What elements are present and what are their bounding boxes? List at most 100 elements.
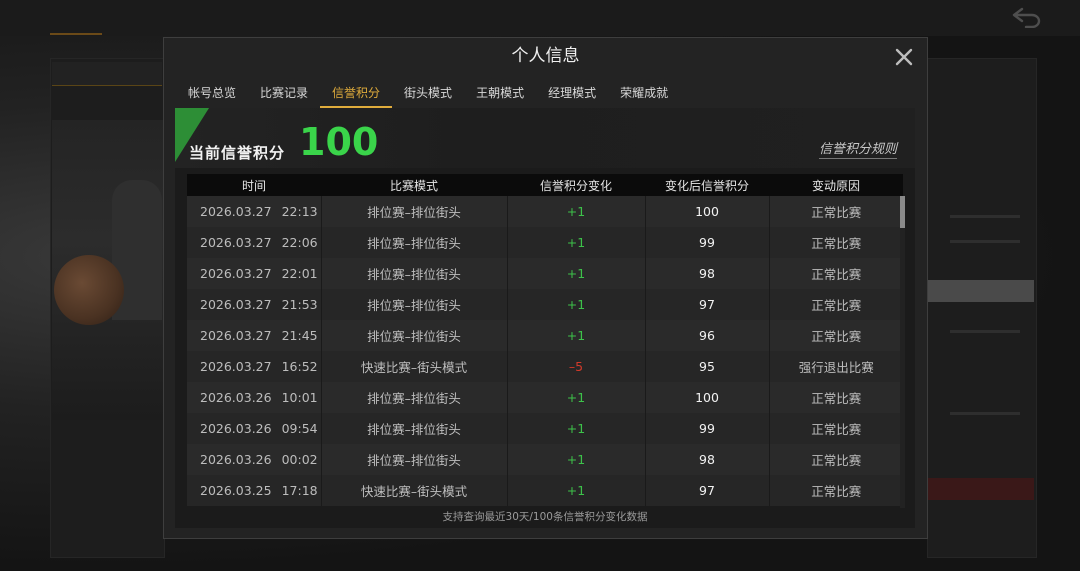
cell-reason: 正常比赛 — [811, 484, 862, 499]
cell-time: 2026.03.27 16:52 — [187, 351, 322, 382]
current-credit-score: 100 — [299, 120, 379, 164]
table-row: 2026.03.27 21:45 排位赛–排位街头 +1 96 正常比赛 — [187, 320, 903, 351]
cell-change: +1 — [507, 382, 646, 413]
cell-after: 97 — [645, 475, 770, 506]
table-header-row: 时间 比赛模式 信誉积分变化 变化后信誉积分 变动原因 — [187, 174, 903, 196]
cell-date: 2026.03.26 — [200, 390, 272, 405]
cell-change: +1 — [507, 320, 646, 351]
cell-reason: 正常比赛 — [811, 391, 862, 406]
personal-info-modal: 个人信息 帐号总览 比赛记录 信誉积分 街头模式 王朝模式 经理模式 荣耀成就 … — [163, 37, 928, 539]
cell-reason: 正常比赛 — [811, 298, 862, 313]
cell-reason: 正常比赛 — [811, 267, 862, 282]
cell-reason: 强行退出比赛 — [798, 360, 874, 375]
back-arrow-icon — [1010, 6, 1042, 29]
tab-credit-score[interactable]: 信誉积分 — [320, 82, 393, 108]
cell-date: 2026.03.27 — [200, 359, 272, 374]
cell-after: 99 — [645, 413, 770, 444]
cell-date: 2026.03.27 — [200, 204, 272, 219]
cell-date: 2026.03.27 — [200, 235, 272, 250]
cell-clock: 22:06 — [281, 235, 318, 250]
cell-mode: 排位赛–排位街头 — [321, 320, 508, 351]
credit-score-panel: 当前信誉积分 100 信誉积分规则 时间 比赛模式 信誉积分变化 变化后信誉积分… — [175, 108, 915, 528]
cell-after: 96 — [645, 320, 770, 351]
cell-after: 100 — [645, 382, 770, 413]
cell-change: +1 — [507, 258, 646, 289]
cell-clock: 00:02 — [281, 452, 318, 467]
cell-time: 2026.03.27 22:06 — [187, 227, 322, 258]
tab-manager-mode[interactable]: 经理模式 — [536, 82, 608, 108]
background-right-red-row — [928, 478, 1034, 500]
background-left-panel-tab — [52, 62, 162, 86]
close-button[interactable] — [893, 46, 915, 68]
cell-after: 99 — [645, 227, 770, 258]
cell-time: 2026.03.26 09:54 — [187, 413, 322, 444]
table-row: 2026.03.26 10:01 排位赛–排位街头 +1 100 正常比赛 — [187, 382, 903, 413]
cell-change: +1 — [507, 444, 646, 475]
cell-reason: 正常比赛 — [811, 329, 862, 344]
cell-time: 2026.03.27 21:53 — [187, 289, 322, 320]
credit-rules-link[interactable]: 信誉积分规则 — [818, 138, 897, 159]
table-row: 2026.03.27 22:13 排位赛–排位街头 +1 100 正常比赛 — [187, 196, 903, 227]
table-row: 2026.03.27 16:52 快速比赛–街头模式 –5 95 强行退出比赛 — [187, 351, 903, 382]
background-right-row — [950, 215, 1020, 218]
tab-dynasty-mode[interactable]: 王朝模式 — [464, 82, 536, 108]
table-scrollbar[interactable] — [900, 196, 905, 508]
tab-street-mode[interactable]: 街头模式 — [392, 82, 464, 108]
cell-clock: 21:53 — [281, 297, 318, 312]
cell-clock: 22:01 — [281, 266, 318, 281]
cell-reason: 正常比赛 — [811, 453, 862, 468]
cell-date: 2026.03.27 — [200, 328, 272, 343]
cell-after: 98 — [645, 444, 770, 475]
header-mode: 比赛模式 — [389, 178, 438, 193]
cell-change: +1 — [507, 289, 646, 320]
cell-after: 98 — [645, 258, 770, 289]
cell-change: +1 — [507, 413, 646, 444]
header-time: 时间 — [241, 178, 266, 193]
query-limit-note: 支持查询最近30天/100条信誉积分变化数据 — [442, 511, 648, 523]
cell-date: 2026.03.27 — [200, 297, 272, 312]
cell-mode: 排位赛–排位街头 — [321, 413, 508, 444]
cell-clock: 17:18 — [281, 483, 318, 498]
cell-change: +1 — [507, 227, 646, 258]
cell-date: 2026.03.26 — [200, 421, 272, 436]
cell-clock: 09:54 — [281, 421, 318, 436]
tab-bar: 帐号总览 比赛记录 信誉积分 街头模式 王朝模式 经理模式 荣耀成就 — [176, 82, 680, 108]
background-right-highlight — [928, 280, 1034, 302]
cell-reason: 正常比赛 — [811, 236, 862, 251]
cell-mode: 排位赛–排位街头 — [321, 196, 508, 227]
table-row: 2026.03.25 17:18 快速比赛–街头模式 +1 97 正常比赛 — [187, 475, 903, 506]
background-tab-underline — [50, 33, 102, 35]
table-row: 2026.03.26 00:02 排位赛–排位街头 +1 98 正常比赛 — [187, 444, 903, 475]
background-right-row — [950, 412, 1020, 415]
cell-time: 2026.03.27 22:13 — [187, 196, 322, 227]
cell-change: +1 — [507, 475, 646, 506]
cell-clock: 10:01 — [281, 390, 318, 405]
cell-reason: 正常比赛 — [811, 422, 862, 437]
tab-match-records[interactable]: 比赛记录 — [248, 82, 320, 108]
cell-mode: 快速比赛–街头模式 — [321, 475, 508, 506]
cell-time: 2026.03.26 00:02 — [187, 444, 322, 475]
current-credit-label: 当前信誉积分 — [189, 144, 286, 162]
tab-glory-achievements[interactable]: 荣耀成就 — [608, 82, 680, 108]
credit-banner: 当前信誉积分 100 信誉积分规则 — [175, 108, 915, 168]
header-after: 变化后信誉积分 — [664, 178, 749, 193]
cell-time: 2026.03.27 21:45 — [187, 320, 322, 351]
cell-change: –5 — [507, 351, 646, 382]
modal-title: 个人信息 — [511, 46, 580, 66]
background-right-row — [950, 330, 1020, 333]
scrollbar-thumb[interactable] — [900, 196, 905, 228]
cell-date: 2026.03.27 — [200, 266, 272, 281]
player-artwork — [52, 120, 164, 420]
cell-after: 97 — [645, 289, 770, 320]
background-top-bar — [0, 0, 1080, 36]
cell-mode: 排位赛–排位街头 — [321, 258, 508, 289]
tab-account-overview[interactable]: 帐号总览 — [176, 82, 248, 108]
cell-time: 2026.03.25 17:18 — [187, 475, 322, 506]
table-row: 2026.03.26 09:54 排位赛–排位街头 +1 99 正常比赛 — [187, 413, 903, 444]
cell-after: 95 — [645, 351, 770, 382]
cell-mode: 快速比赛–街头模式 — [321, 351, 508, 382]
cell-clock: 22:13 — [281, 204, 318, 219]
close-icon — [895, 48, 913, 66]
cell-date: 2026.03.25 — [200, 483, 272, 498]
cell-time: 2026.03.27 22:01 — [187, 258, 322, 289]
